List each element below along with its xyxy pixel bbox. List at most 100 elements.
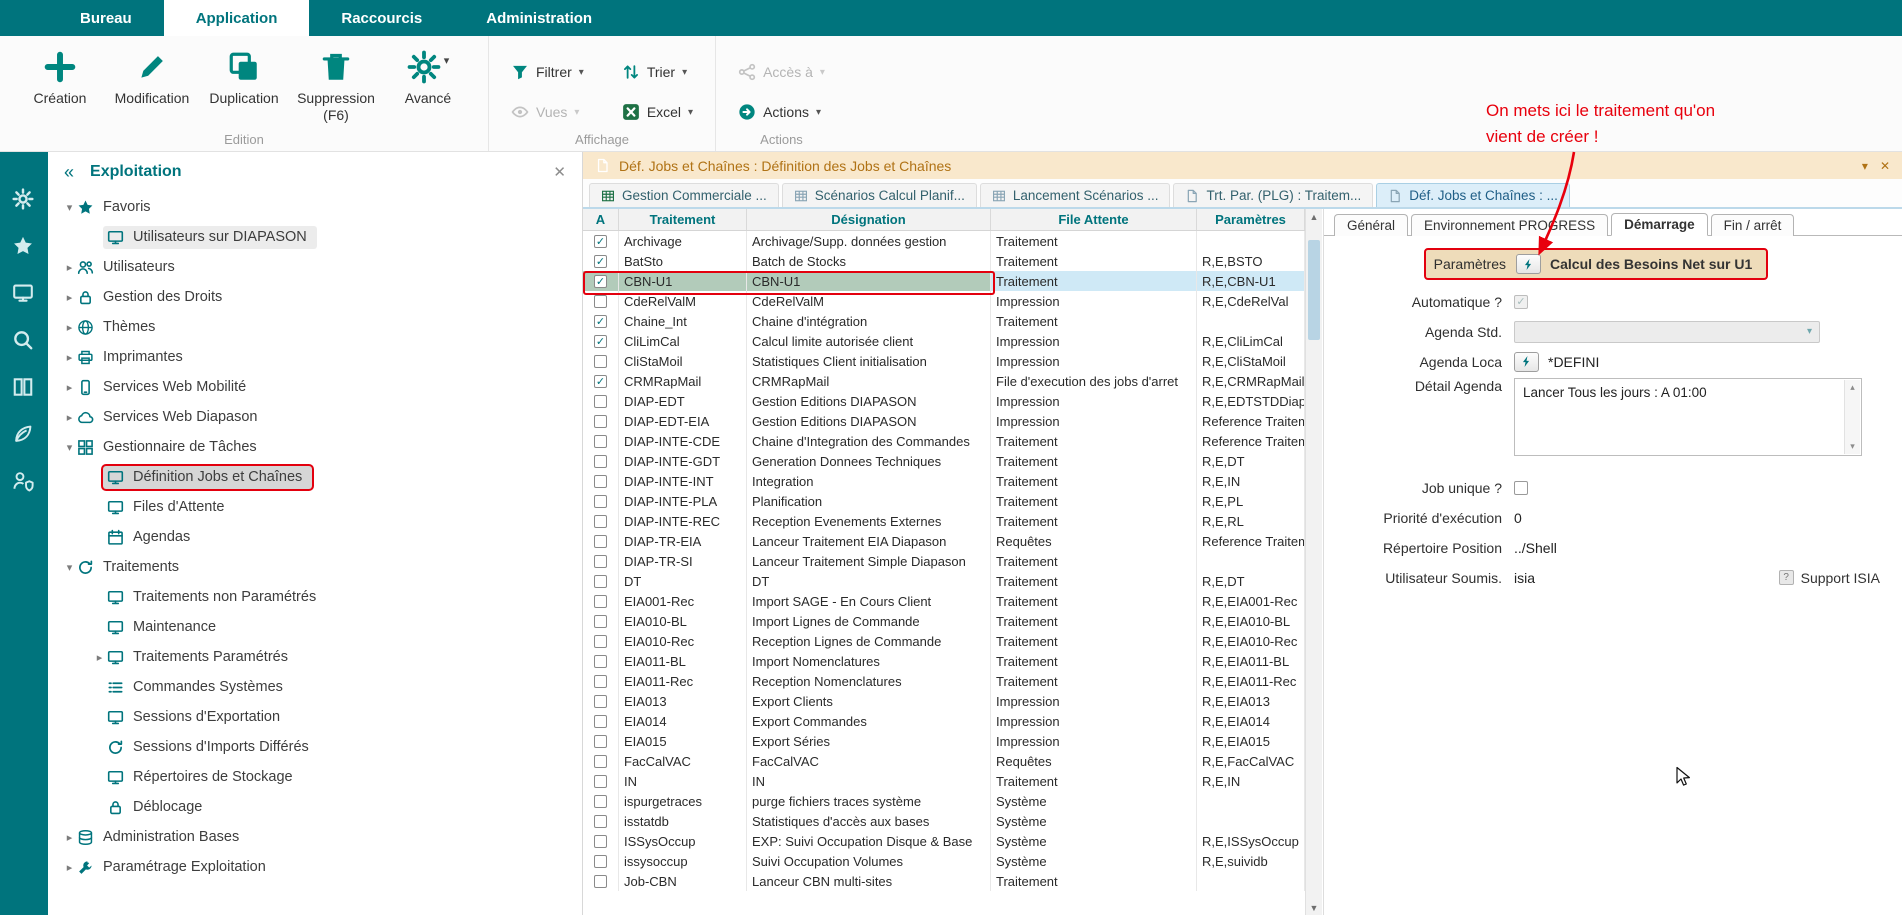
- table-row[interactable]: ispurgetraces purge fichiers traces syst…: [583, 791, 1305, 811]
- table-row[interactable]: DIAP-EDT-EIA Gestion Editions DIAPASON I…: [583, 411, 1305, 431]
- sidebar-tree-item[interactable]: Déblocage: [48, 792, 582, 822]
- table-row[interactable]: DIAP-INTE-INT Integration Traitement R,E…: [583, 471, 1305, 491]
- support-isia-toggle[interactable]: ? Support ISIA: [1779, 570, 1880, 586]
- row-checkbox[interactable]: [594, 635, 607, 648]
- ribbon-small-button[interactable]: Accès à ▾: [730, 54, 833, 90]
- table-row[interactable]: EIA010-Rec Reception Lignes de Commande …: [583, 631, 1305, 651]
- table-row[interactable]: CliLimCal Calcul limite autorisée client…: [583, 331, 1305, 351]
- ribbon-button[interactable]: ▾ Modification: [106, 42, 198, 124]
- close-icon[interactable]: ✕: [553, 163, 566, 181]
- ribbon-small-button[interactable]: Trier ▾: [614, 54, 701, 90]
- sidebar-tree-item[interactable]: Définition Jobs et Chaînes: [48, 462, 582, 492]
- column-header-file-attente[interactable]: File Attente: [991, 209, 1197, 230]
- table-row[interactable]: isstatdb Statistiques d'accès aux bases …: [583, 811, 1305, 831]
- textarea-scrollbar[interactable]: ▴ ▾: [1844, 380, 1860, 454]
- table-row[interactable]: EIA014 Export Commandes Impression R,E,E…: [583, 711, 1305, 731]
- column-header-traitement[interactable]: Traitement: [619, 209, 747, 230]
- table-row[interactable]: BatSto Batch de Stocks Traitement R,E,BS…: [583, 251, 1305, 271]
- row-checkbox[interactable]: [594, 795, 607, 808]
- sidebar-tree-item[interactable]: ▸ Administration Bases: [48, 822, 582, 852]
- row-checkbox[interactable]: [594, 815, 607, 828]
- ribbon-small-button[interactable]: Excel ▾: [614, 94, 701, 130]
- table-row[interactable]: EIA011-BL Import Nomenclatures Traitemen…: [583, 651, 1305, 671]
- sidebar-tree-item[interactable]: Sessions d'Imports Différés: [48, 732, 582, 762]
- ribbon-button[interactable]: ▾ Duplication: [198, 42, 290, 124]
- table-row[interactable]: DIAP-INTE-REC Reception Evenements Exter…: [583, 511, 1305, 531]
- document-tab[interactable]: Lancement Scénarios ...: [980, 183, 1171, 207]
- sidebar-tree-item[interactable]: ▸ Gestion des Droits: [48, 282, 582, 312]
- table-row[interactable]: DIAP-TR-SI Lanceur Traitement Simple Dia…: [583, 551, 1305, 571]
- row-checkbox[interactable]: [594, 255, 607, 268]
- strip-item[interactable]: [12, 282, 36, 304]
- sidebar-tree-item[interactable]: Sessions d'Exportation: [48, 702, 582, 732]
- sidebar-tree-item[interactable]: ▸ Traitements Paramétrés: [48, 642, 582, 672]
- agenda-std-select[interactable]: ▾: [1514, 321, 1820, 343]
- row-checkbox[interactable]: [594, 755, 607, 768]
- row-checkbox[interactable]: [594, 375, 607, 388]
- row-checkbox[interactable]: [594, 535, 607, 548]
- strip-item[interactable]: [12, 235, 36, 257]
- strip-item[interactable]: [12, 329, 36, 351]
- table-row[interactable]: issysoccup Suivi Occupation Volumes Syst…: [583, 851, 1305, 871]
- detail-agenda-textarea[interactable]: Lancer Tous les jours : A 01:00 ▴ ▾: [1514, 378, 1862, 456]
- table-row[interactable]: EIA001-Rec Import SAGE - En Cours Client…: [583, 591, 1305, 611]
- row-checkbox[interactable]: [594, 715, 607, 728]
- sidebar-tree-item[interactable]: Commandes Systèmes: [48, 672, 582, 702]
- sidebar-tree-item[interactable]: Agendas: [48, 522, 582, 552]
- row-checkbox[interactable]: [594, 435, 607, 448]
- scroll-down-icon[interactable]: ▾: [1850, 441, 1855, 452]
- sidebar-tree-item[interactable]: ▸ Services Web Mobilité: [48, 372, 582, 402]
- row-checkbox[interactable]: [594, 835, 607, 848]
- sidebar-tree-item[interactable]: Files d'Attente: [48, 492, 582, 522]
- ribbon-button[interactable]: ▾ Création: [14, 42, 106, 124]
- table-row[interactable]: IN IN Traitement R,E,IN: [583, 771, 1305, 791]
- row-checkbox[interactable]: [594, 475, 607, 488]
- table-row[interactable]: EIA013 Export Clients Impression R,E,EIA…: [583, 691, 1305, 711]
- table-row[interactable]: EIA011-Rec Reception Nomenclatures Trait…: [583, 671, 1305, 691]
- row-checkbox[interactable]: [594, 355, 607, 368]
- window-menu-icon[interactable]: ▾: [1862, 159, 1868, 173]
- strip-item[interactable]: [12, 188, 36, 210]
- row-checkbox[interactable]: [594, 275, 607, 288]
- automatique-checkbox[interactable]: [1514, 295, 1528, 309]
- ribbon-button[interactable]: ▾ Suppression (F6): [290, 42, 382, 124]
- column-header-a[interactable]: A: [583, 209, 619, 230]
- document-tab[interactable]: Gestion Commerciale ...: [589, 183, 779, 207]
- scroll-up-icon[interactable]: ▲: [1310, 209, 1319, 224]
- row-checkbox[interactable]: [594, 875, 607, 888]
- row-checkbox[interactable]: [594, 295, 607, 308]
- scroll-up-icon[interactable]: ▴: [1850, 382, 1855, 393]
- row-checkbox[interactable]: [594, 515, 607, 528]
- row-checkbox[interactable]: [594, 335, 607, 348]
- table-row[interactable]: DIAP-INTE-CDE Chaine d'Integration des C…: [583, 431, 1305, 451]
- table-row[interactable]: DIAP-TR-EIA Lanceur Traitement EIA Diapa…: [583, 531, 1305, 551]
- row-checkbox[interactable]: [594, 575, 607, 588]
- row-checkbox[interactable]: [594, 595, 607, 608]
- menubar-tab[interactable]: Bureau: [48, 0, 164, 36]
- row-checkbox[interactable]: [594, 315, 607, 328]
- sidebar-tree-item[interactable]: ▸ Utilisateurs: [48, 252, 582, 282]
- sidebar-tree-item[interactable]: ▸ Paramétrage Exploitation: [48, 852, 582, 882]
- row-checkbox[interactable]: [594, 615, 607, 628]
- menubar-tab[interactable]: Raccourcis: [309, 0, 454, 36]
- detail-tab[interactable]: Démarrage: [1611, 213, 1708, 236]
- table-scrollbar[interactable]: ▲ ▼: [1305, 209, 1322, 915]
- strip-item[interactable]: [12, 376, 36, 398]
- job-unique-checkbox[interactable]: [1514, 481, 1528, 495]
- row-checkbox[interactable]: [594, 675, 607, 688]
- strip-item[interactable]: [12, 470, 36, 492]
- row-checkbox[interactable]: [594, 855, 607, 868]
- sidebar-tree-item[interactable]: ▾ Gestionnaire de Tâches: [48, 432, 582, 462]
- table-row[interactable]: Job-CBN Lanceur CBN multi-sites Traiteme…: [583, 871, 1305, 891]
- table-row[interactable]: EIA010-BL Import Lignes de Commande Trai…: [583, 611, 1305, 631]
- menubar-tab[interactable]: Application: [164, 0, 310, 36]
- table-row[interactable]: DIAP-EDT Gestion Editions DIAPASON Impre…: [583, 391, 1305, 411]
- table-row[interactable]: CliStaMoil Statistiques Client initialis…: [583, 351, 1305, 371]
- scroll-down-icon[interactable]: ▼: [1310, 900, 1319, 915]
- collapse-sidebar-icon[interactable]: «: [64, 162, 74, 183]
- table-row[interactable]: EIA015 Export Séries Impression R,E,EIA0…: [583, 731, 1305, 751]
- table-row[interactable]: CBN-U1 CBN-U1 Traitement R,E,CBN-U1: [583, 271, 1305, 291]
- detail-tab[interactable]: Fin / arrêt: [1711, 214, 1795, 236]
- sidebar-tree-item[interactable]: Maintenance: [48, 612, 582, 642]
- sidebar-tree-item[interactable]: Répertoires de Stockage: [48, 762, 582, 792]
